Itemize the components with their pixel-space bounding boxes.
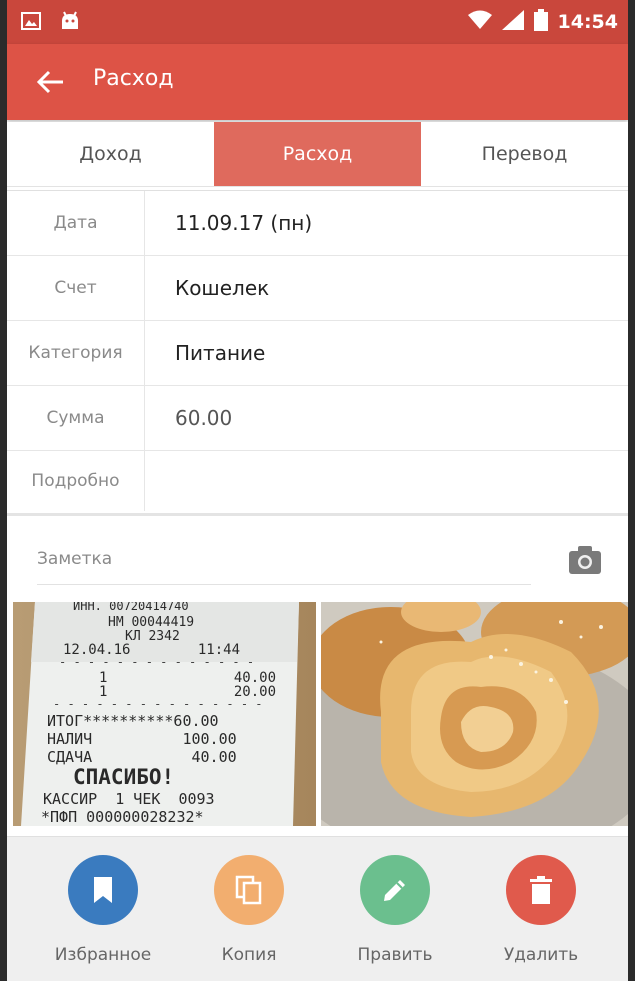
transaction-form: Дата 11.09.17 (пн) Счет Кошелек Категори… (7, 190, 628, 516)
wifi-icon (467, 10, 492, 34)
copy-button[interactable]: Копия (189, 855, 309, 980)
delete-circle (506, 855, 576, 925)
note-input[interactable] (37, 536, 531, 582)
action-bar: Избранное Копия Править Удалить (7, 836, 628, 981)
tab-income[interactable]: Доход (7, 122, 214, 186)
camera-icon (569, 546, 601, 574)
page-title: Расход (93, 66, 174, 91)
copy-label: Копия (221, 945, 277, 965)
favorite-label: Избранное (54, 945, 152, 965)
android-notification-icon (59, 11, 81, 37)
bookmark-icon (94, 877, 112, 903)
amount-label: Сумма (7, 386, 145, 450)
copy-icon (235, 875, 262, 905)
note-field-wrapper (37, 536, 531, 585)
category-value[interactable]: Питание (175, 321, 265, 385)
receipt-line: НАЛИЧ 100.00 (47, 730, 237, 748)
trash-icon (530, 876, 552, 904)
delete-label: Удалить (503, 945, 579, 965)
arrow-left-icon (36, 70, 63, 94)
account-value[interactable]: Кошелек (175, 256, 269, 320)
favorite-circle (68, 855, 138, 925)
category-row[interactable]: Категория Питание (7, 321, 628, 386)
screen: 14:54 Расход Доход Расход Перевод Дата 1… (7, 0, 628, 981)
date-value[interactable]: 11.09.17 (пн) (175, 191, 312, 255)
receipt-line: СПАСИБО! (73, 765, 174, 789)
status-time: 14:54 (557, 11, 618, 33)
edit-circle (360, 855, 430, 925)
signal-icon (501, 10, 524, 34)
edit-label: Править (357, 945, 433, 965)
pencil-icon (384, 880, 405, 901)
date-row[interactable]: Дата 11.09.17 (пн) (7, 191, 628, 256)
battery-icon (533, 9, 548, 35)
edit-button[interactable]: Править (335, 855, 455, 980)
amount-value[interactable]: 60.00 (175, 386, 232, 450)
details-row[interactable]: Подробно (7, 451, 628, 511)
svg-text:- - - - - - - - - - - - - - -: - - - - - - - - - - - - - - - (53, 697, 263, 711)
receipt-line: СДАЧА 40.00 (47, 748, 237, 766)
date-label: Дата (7, 191, 145, 255)
category-label: Категория (7, 321, 145, 385)
tab-transfer[interactable]: Перевод (421, 122, 628, 186)
image-notification-icon (21, 11, 41, 37)
status-bar: 14:54 (7, 0, 628, 44)
app-bar: Расход (7, 44, 628, 120)
account-label: Счет (7, 256, 145, 320)
receipt-line: ИТОГ**********60.00 (47, 712, 219, 730)
receipt-line: ИНН. 00720414740 (73, 602, 189, 613)
pastry-photo[interactable] (321, 602, 628, 826)
copy-circle (214, 855, 284, 925)
tab-expense[interactable]: Расход (214, 122, 421, 186)
receipt-photo[interactable]: ИНН. 00720414740 НМ 00044419 КЛ 2342 12.… (13, 602, 316, 826)
delete-button[interactable]: Удалить (481, 855, 601, 980)
svg-text:- - - - - - - - - - - - - -: - - - - - - - - - - - - - - (59, 655, 254, 669)
account-row[interactable]: Счет Кошелек (7, 256, 628, 321)
details-label: Подробно (7, 451, 145, 511)
receipt-line: КАССИР 1 ЧЕК 0093 (43, 790, 215, 808)
amount-row[interactable]: Сумма 60.00 (7, 386, 628, 451)
favorite-button[interactable]: Избранное (43, 855, 163, 980)
receipt-line: *ПФП 000000028232* (41, 808, 204, 826)
back-button[interactable] (33, 64, 69, 100)
type-tabs: Доход Расход Перевод (7, 122, 628, 187)
receipt-line: НМ 00044419 (108, 615, 194, 630)
camera-button[interactable] (567, 544, 603, 576)
